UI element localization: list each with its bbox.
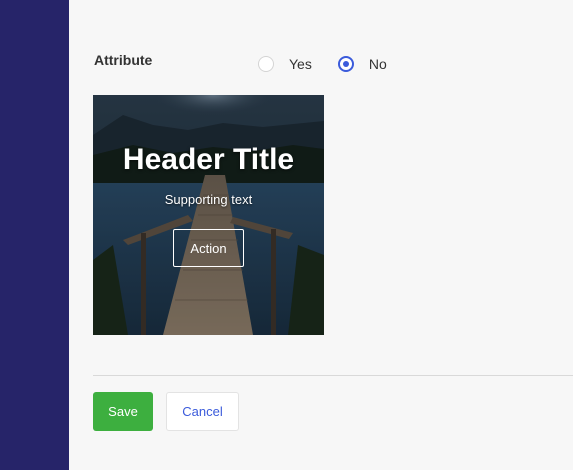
- radio-no-label: No: [368, 56, 387, 72]
- card-action-button[interactable]: Action: [173, 229, 244, 267]
- lake-pier-background-image: [93, 95, 324, 335]
- attribute-label: Attribute: [94, 52, 153, 68]
- main-content: Attribute Yes No Header Title Supporting…: [69, 0, 573, 470]
- cancel-button[interactable]: Cancel: [166, 392, 239, 431]
- sidebar: [0, 0, 69, 470]
- attribute-radio-group: Yes No: [258, 56, 387, 72]
- radio-no[interactable]: [337, 56, 354, 72]
- card-subtitle: Supporting text: [164, 192, 253, 207]
- header-card: Header Title Supporting text Action: [93, 95, 324, 335]
- save-button[interactable]: Save: [93, 392, 153, 431]
- card-title: Header Title: [122, 143, 295, 176]
- form-divider: [93, 375, 573, 376]
- radio-option-no[interactable]: No: [337, 56, 387, 72]
- radio-yes-label: Yes: [289, 56, 312, 72]
- radio-yes[interactable]: [258, 56, 274, 72]
- radio-option-yes[interactable]: Yes: [258, 56, 312, 72]
